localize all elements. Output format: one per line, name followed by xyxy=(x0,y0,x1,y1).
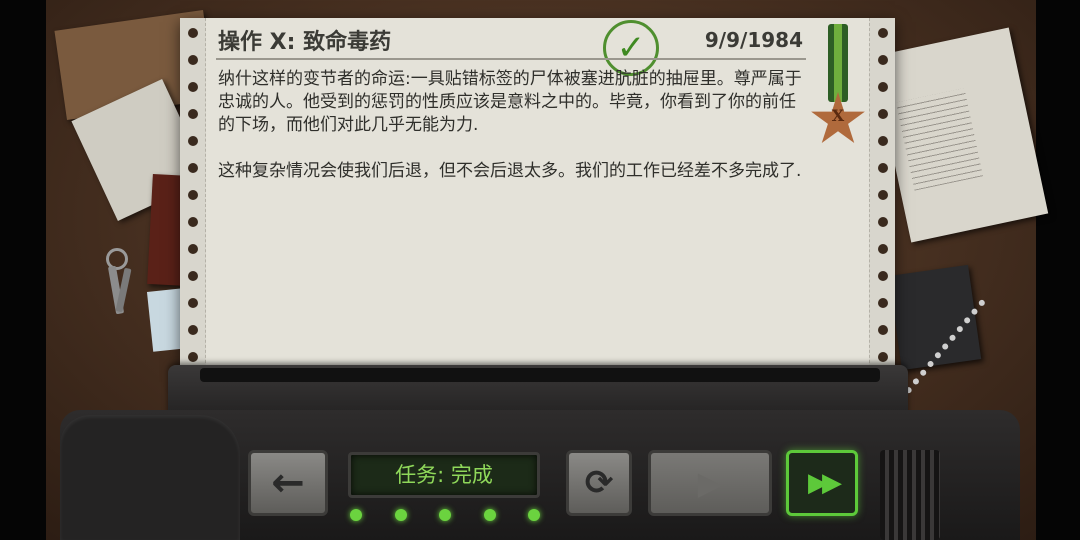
play-icon: ▶ xyxy=(697,464,723,502)
perforation-hole xyxy=(188,190,198,200)
mission-paragraph: 这种复杂情况会使我们后退，但不会后退太多。我们的工作已经差不多完成了. xyxy=(218,161,802,181)
perforation-hole xyxy=(188,28,198,38)
perforation-hole xyxy=(188,55,198,65)
mission-body: 纳什这样的变节者的命运:一具贴错标签的尸体被塞进肮脏的抽屉里。尊严属于忠诚的人。… xyxy=(218,68,808,206)
led-indicator xyxy=(394,509,407,521)
perforation-hole xyxy=(188,325,198,335)
perforation-hole xyxy=(878,352,888,362)
fast-forward-icon: ▶▶ xyxy=(808,468,842,498)
left-letterbox xyxy=(0,0,46,540)
perforation-hole xyxy=(188,109,198,119)
perforation-hole xyxy=(878,82,888,92)
perforation-hole xyxy=(188,136,198,146)
perforation-hole xyxy=(878,163,888,173)
status-leds xyxy=(350,509,540,523)
perforation-hole xyxy=(878,28,888,38)
back-button[interactable]: ← xyxy=(248,450,328,516)
mission-report-paper[interactable]: 操作 X: 致命毒药 ✓ 9/9/1984 纳什这样的变节者的命运:一具贴错标签… xyxy=(180,18,895,378)
telephone-handset xyxy=(60,415,240,540)
arrow-left-icon: ← xyxy=(271,460,305,506)
perforation-hole xyxy=(188,217,198,227)
perforation-hole xyxy=(878,271,888,281)
restart-icon: ⟳ xyxy=(584,463,614,503)
led-indicator xyxy=(350,509,362,521)
perforation-hole xyxy=(188,82,198,92)
title-divider xyxy=(216,58,806,60)
perforation-hole xyxy=(878,244,888,254)
mission-status-display: 任务: 完成 xyxy=(348,452,540,498)
medal-label: X xyxy=(831,106,845,125)
perforation-left xyxy=(180,18,206,378)
perforation-right xyxy=(869,18,895,378)
perforation-hole xyxy=(188,163,198,173)
speaker-grille xyxy=(880,450,940,540)
perforation-hole xyxy=(878,325,888,335)
perforation-hole xyxy=(878,136,888,146)
perforation-hole xyxy=(878,55,888,65)
perforation-hole xyxy=(878,190,888,200)
restart-button[interactable]: ⟳ xyxy=(566,450,632,516)
perforation-hole xyxy=(188,271,198,281)
keys-icon xyxy=(100,248,134,318)
printer-slot xyxy=(200,368,880,382)
mission-date: 9/9/1984 xyxy=(704,28,803,52)
play-button[interactable]: ▶ xyxy=(648,450,772,516)
newspaper-decoration xyxy=(871,27,1049,243)
perforation-hole xyxy=(188,352,198,362)
led-indicator xyxy=(528,509,540,521)
perforation-hole xyxy=(878,109,888,119)
perforation-hole xyxy=(188,244,198,254)
medal-ribbon xyxy=(828,24,848,102)
medal-icon: X xyxy=(808,24,868,154)
mission-paragraph: 纳什这样的变节者的命运:一具贴错标签的尸体被塞进肮脏的抽屉里。尊严属于忠诚的人。… xyxy=(218,69,802,135)
perforation-hole xyxy=(188,298,198,308)
perforation-hole xyxy=(878,298,888,308)
perforation-hole xyxy=(878,217,888,227)
desk-scene: 操作 X: 致命毒药 ✓ 9/9/1984 纳什这样的变节者的命运:一具贴错标签… xyxy=(0,0,1080,540)
led-indicator xyxy=(439,509,451,521)
right-letterbox xyxy=(1036,0,1080,540)
mission-title: 操作 X: 致命毒药 xyxy=(218,30,392,55)
fast-forward-button[interactable]: ▶▶ xyxy=(786,450,858,516)
led-indicator xyxy=(483,509,496,521)
